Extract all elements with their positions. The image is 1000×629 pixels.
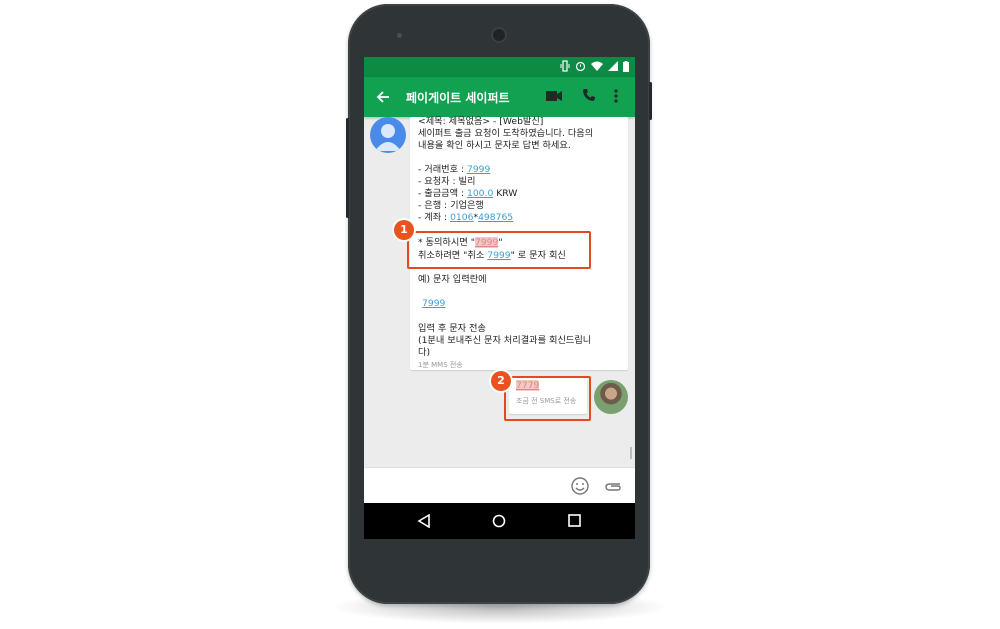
nav-back-icon[interactable] <box>417 514 431 528</box>
video-call-icon[interactable] <box>546 90 562 102</box>
sender-avatar <box>370 117 406 153</box>
emoji-icon[interactable] <box>571 477 589 495</box>
instruction-line: 입력 후 문자 전송 <box>418 323 486 334</box>
detail-account: - 계좌 : 0106*498765 <box>418 212 514 223</box>
detail-transaction: - 거래번호 : 7999 <box>418 164 491 175</box>
wifi-icon <box>591 61 603 71</box>
example-code: 7999 <box>422 298 445 310</box>
overflow-menu-icon[interactable] <box>614 89 618 103</box>
battery-icon <box>623 60 629 72</box>
my-avatar <box>594 380 628 414</box>
vibrate-icon <box>560 60 570 72</box>
power-button <box>649 82 652 120</box>
annotation-badge-2: 2 <box>491 371 511 391</box>
message-composer[interactable] <box>364 467 635 504</box>
instruction-line: 다) <box>418 347 431 358</box>
volume-button <box>346 118 349 218</box>
annotation-badge-1: 1 <box>394 220 414 240</box>
nav-recents-icon[interactable] <box>568 514 581 527</box>
nav-home-icon[interactable] <box>492 514 506 528</box>
message-line: 세이퍼트 출금 요청이 도착하였습니다. 다음의 <box>418 128 594 139</box>
scrollbar[interactable] <box>630 447 632 459</box>
message-subject: <제목: 제목없음> - [Web발신] <box>418 116 544 127</box>
front-sensor <box>397 33 402 38</box>
alarm-icon <box>575 61 586 72</box>
annotation-box-1 <box>407 231 591 269</box>
message-line: 내용을 확인 하시고 문자로 답변 하세요. <box>418 140 571 151</box>
detail-amount: - 출금금액 : 100.0 KRW <box>418 188 518 199</box>
phone-icon[interactable] <box>582 88 596 102</box>
example-line: 예) 문자 입력란에 <box>418 274 487 285</box>
detail-requester: - 요청자 : 빌리 <box>418 176 476 187</box>
annotation-box-2 <box>504 376 591 421</box>
navigation-bar <box>364 503 635 539</box>
message-list: <제목: 제목없음> - [Web발신] 세이퍼트 출금 요청이 도착하였습니다… <box>364 116 635 467</box>
back-arrow-icon[interactable] <box>376 90 390 104</box>
message-timestamp: 1분 MMS 전송 <box>418 361 463 369</box>
detail-bank: - 은행 : 기업은행 <box>418 200 484 211</box>
attach-icon[interactable] <box>604 480 622 492</box>
account-link[interactable]: 0106 <box>450 212 473 223</box>
instruction-line: (1분내 보내주신 문자 처리결과를 회신드립니 <box>418 335 592 346</box>
front-camera <box>491 27 507 43</box>
example-code-link[interactable]: 7999 <box>422 298 445 309</box>
conversation-title: 페이게이트 세이퍼트 <box>406 91 510 105</box>
status-bar <box>364 57 635 77</box>
signal-icon <box>608 61 618 71</box>
transaction-link[interactable]: 7999 <box>467 164 490 175</box>
phone-screen: 페이게이트 세이퍼트 <제목: 제목없음> - [Web발신] 세이퍼트 출금 … <box>364 57 635 539</box>
app-bar: 페이게이트 세이퍼트 <box>364 77 635 117</box>
account-link[interactable]: 498765 <box>478 212 513 223</box>
amount-link[interactable]: 100.0 <box>467 188 493 199</box>
